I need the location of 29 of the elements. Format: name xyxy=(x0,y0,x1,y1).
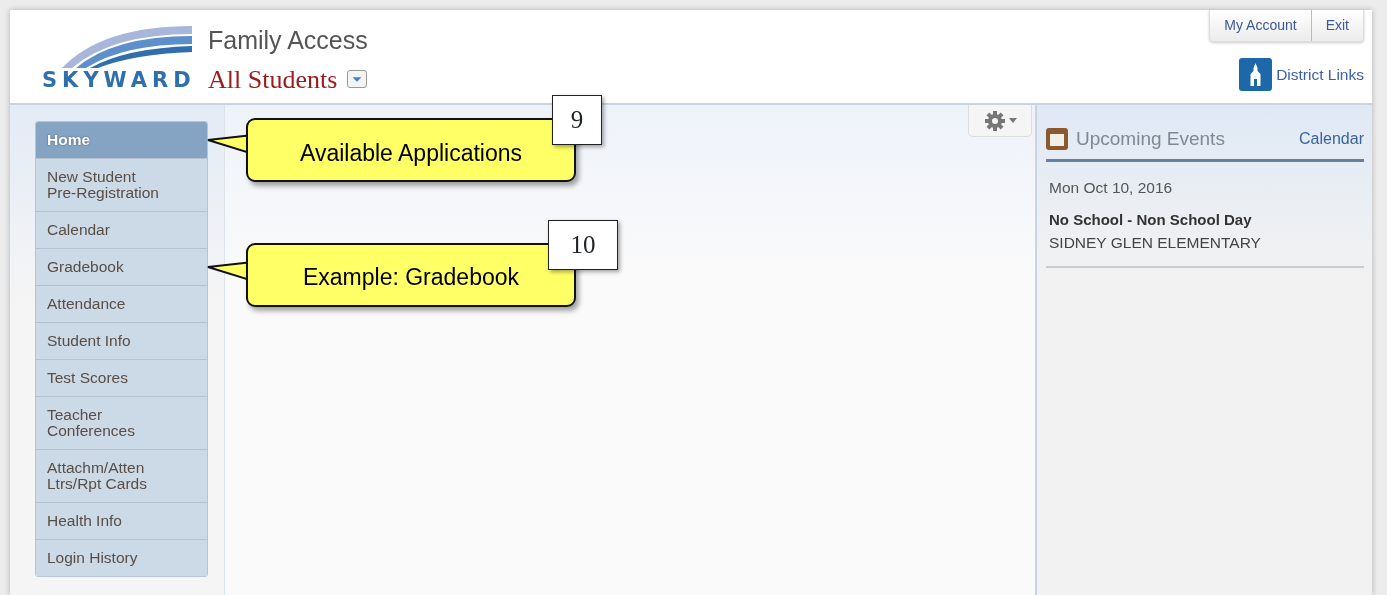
schoolhouse-icon[interactable] xyxy=(1239,58,1273,91)
calendar-icon xyxy=(1046,128,1068,151)
step-number: 10 xyxy=(548,219,618,270)
app-title: Family Access xyxy=(208,25,368,56)
account-link[interactable]: Exit xyxy=(1310,10,1363,41)
student-selector[interactable]: All Students xyxy=(208,59,338,99)
sidebar-item[interactable]: Attachm/Atten Ltrs/Rpt Cards xyxy=(36,449,207,502)
district-links-link[interactable]: District Links xyxy=(1276,62,1364,87)
event-date: Mon Oct 10, 2016 xyxy=(1049,177,1174,198)
caret-icon xyxy=(1008,118,1017,123)
sidebar-item[interactable]: Teacher Conferences xyxy=(36,396,207,449)
event-title: No School - Non School Day xyxy=(1049,209,1253,230)
account-link[interactable]: My Account xyxy=(1210,10,1311,41)
callout-bubble: Example: Gradebook xyxy=(246,242,576,307)
logo-text: SKYWARD xyxy=(42,70,197,91)
dropdown-icon[interactable] xyxy=(347,70,368,88)
sidebar-item[interactable]: Login History xyxy=(36,539,207,576)
calendar-link[interactable]: Calendar xyxy=(1299,127,1364,152)
sidebar-item[interactable]: New Student Pre-Registration xyxy=(36,158,207,211)
settings-button[interactable] xyxy=(968,105,1032,137)
sidebar-item[interactable]: Health Info xyxy=(36,502,207,539)
panel-title: Upcoming Events xyxy=(1076,127,1225,151)
event-location: SIDNEY GLEN ELEMENTARY xyxy=(1049,232,1262,253)
sidebar-item[interactable]: Test Scores xyxy=(36,359,207,396)
sidebar-item[interactable]: Calendar xyxy=(36,211,207,248)
settings-icon xyxy=(983,109,1006,132)
sidebar-item[interactable]: Attendance xyxy=(36,285,207,322)
sidebar-item[interactable]: Student Info xyxy=(36,322,207,359)
sidebar-item[interactable]: Gradebook xyxy=(36,248,207,285)
